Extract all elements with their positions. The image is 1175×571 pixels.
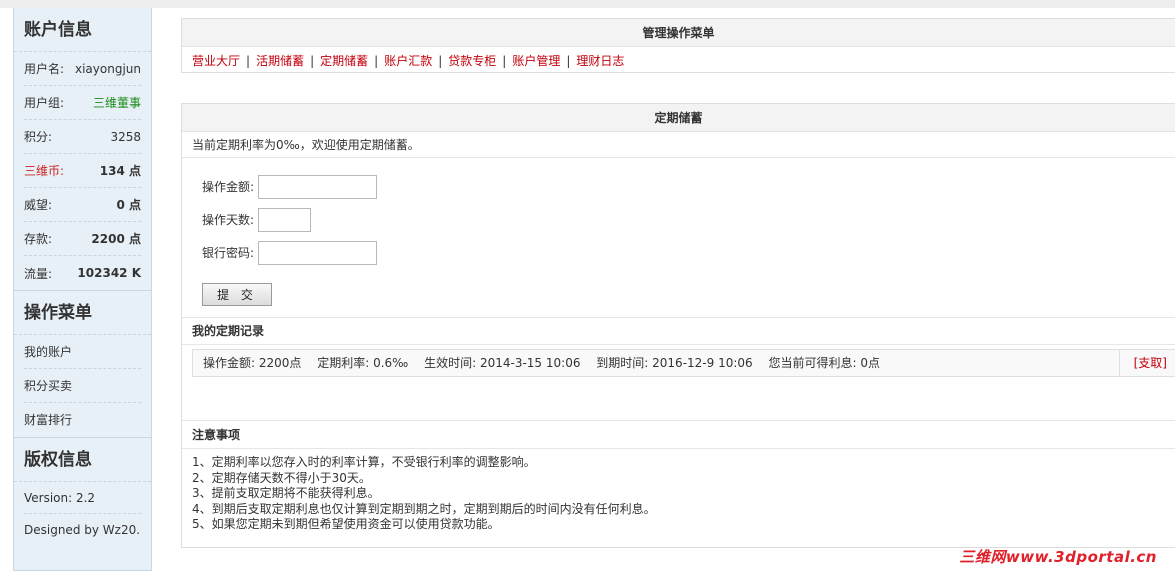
password-row: 银行密码: bbox=[202, 236, 1175, 269]
sidebar-item-points-trade[interactable]: 积分买卖 bbox=[24, 369, 141, 403]
prestige-row: 威望: 0 点 bbox=[24, 188, 141, 222]
menu-link-finance-log[interactable]: 理财日志 bbox=[576, 54, 624, 68]
menu-separator: | bbox=[246, 54, 251, 68]
top-strip bbox=[0, 0, 1175, 8]
note-item: 4、到期后支取定期利息也仅计算到定期到期之时，定期到期后的时间内没有任何利息。 bbox=[192, 501, 656, 516]
amount-label: 操作金额: bbox=[202, 180, 255, 194]
username-label: 用户名: bbox=[24, 62, 65, 76]
menu-separator: | bbox=[566, 54, 571, 68]
deposit-label: 存款: bbox=[24, 232, 53, 246]
sidebar-item-wealth-ranking[interactable]: 财富排行 bbox=[24, 403, 141, 437]
menu-separator: | bbox=[438, 54, 443, 68]
menu-separator: | bbox=[310, 54, 315, 68]
coins-row: 三维币: 134 点 bbox=[24, 154, 141, 188]
username-value: xiayongjun bbox=[75, 61, 141, 76]
menu-separator: | bbox=[502, 54, 507, 68]
record-amount: 操作金额: 2200点 bbox=[203, 356, 302, 370]
fixed-savings-panel: 定期储蓄 当前定期利率为0‰，欢迎使用定期储蓄。 操作金额: 操作天数: 银行密… bbox=[181, 103, 1175, 548]
record-row: 操作金额: 2200点 定期利率: 0.6‰ 生效时间: 2014-3-15 1… bbox=[192, 349, 1175, 377]
deposit-row: 存款: 2200 点 bbox=[24, 222, 141, 256]
menu-separator: | bbox=[374, 54, 379, 68]
notes-title: 注意事项 bbox=[182, 421, 1175, 449]
menu-link-fixed-savings[interactable]: 定期储蓄 bbox=[320, 54, 368, 68]
account-info-title: 账户信息 bbox=[14, 8, 151, 52]
days-label: 操作天数: bbox=[202, 213, 255, 227]
deposit-value: 2200 点 bbox=[91, 232, 141, 246]
fixed-savings-title: 定期储蓄 bbox=[182, 104, 1175, 132]
points-row: 积分: 3258 bbox=[24, 120, 141, 154]
menu-link-account-management[interactable]: 账户管理 bbox=[512, 54, 560, 68]
notes-list: 1、定期利率以您存入时的利率计算，不受银行利率的调整影响。 2、定期存储天数不得… bbox=[182, 449, 1175, 533]
coins-label: 三维币: bbox=[24, 164, 65, 178]
user-group-label: 用户组: bbox=[24, 96, 65, 110]
prestige-label: 威望: bbox=[24, 198, 53, 212]
menu-link-remittance[interactable]: 账户汇款 bbox=[384, 54, 432, 68]
note-item: 1、定期利率以您存入时的利率计算，不受银行利率的调整影响。 bbox=[192, 455, 536, 469]
withdraw-link[interactable]: [支取] bbox=[1134, 356, 1167, 370]
management-menu-links: 营业大厅 | 活期储蓄 | 定期储蓄 | 账户汇款 | 贷款专柜 | 账户管理 | 理财日志 bbox=[182, 47, 1175, 69]
sidebar: 账户信息 用户名: xiayongjun 用户组: 三维董事 积分: 3258 … bbox=[13, 8, 152, 571]
amount-row: 操作金额: bbox=[202, 170, 1175, 203]
version-text: Version: 2.2 bbox=[24, 482, 141, 514]
record-details: 操作金额: 2200点 定期利率: 0.6‰ 生效时间: 2014-3-15 1… bbox=[193, 350, 1119, 376]
amount-input[interactable] bbox=[258, 174, 377, 199]
submit-button[interactable]: 提 交 bbox=[202, 283, 272, 306]
deposit-form: 操作金额: 操作天数: 银行密码: 提 交 bbox=[182, 158, 1175, 318]
days-input[interactable] bbox=[258, 207, 311, 232]
note-item: 5、如果您定期未到期但希望使用资金可以使用贷款功能。 bbox=[192, 517, 500, 531]
note-item: 3、提前支取定期将不能获得利息。 bbox=[192, 486, 380, 500]
record-rate: 定期利率: 0.6‰ bbox=[317, 356, 409, 370]
records-area: 操作金额: 2200点 定期利率: 0.6‰ 生效时间: 2014-3-15 1… bbox=[182, 345, 1175, 421]
password-label: 银行密码: bbox=[202, 246, 255, 260]
record-start-time: 生效时间: 2014-3-15 10:06 bbox=[424, 356, 581, 370]
my-records-title: 我的定期记录 bbox=[182, 318, 1175, 345]
record-interest: 您当前可得利息: 0点 bbox=[768, 356, 880, 370]
prestige-value: 0 点 bbox=[116, 198, 141, 212]
traffic-value: 102342 K bbox=[77, 266, 141, 280]
rate-notice: 当前定期利率为0‰，欢迎使用定期储蓄。 bbox=[182, 132, 1175, 158]
points-label: 积分: bbox=[24, 130, 53, 144]
traffic-row: 流量: 102342 K bbox=[24, 256, 141, 290]
note-item: 2、定期存储天数不得小于30天。 bbox=[192, 470, 371, 485]
record-action-cell: [支取] bbox=[1119, 350, 1175, 376]
sidebar-item-my-account[interactable]: 我的账户 bbox=[24, 335, 141, 369]
menu-link-business-hall[interactable]: 营业大厅 bbox=[192, 54, 240, 68]
user-group-value: 三维董事 bbox=[92, 96, 141, 110]
coins-value: 134 点 bbox=[99, 164, 141, 178]
bank-password-input[interactable] bbox=[258, 240, 377, 265]
menu-link-loans[interactable]: 贷款专柜 bbox=[448, 54, 496, 68]
operation-menu-title: 操作菜单 bbox=[14, 291, 151, 335]
record-end-time: 到期时间: 2016-12-9 10:06 bbox=[596, 356, 753, 370]
days-row: 操作天数: bbox=[202, 203, 1175, 236]
traffic-label: 流量: bbox=[24, 266, 53, 281]
points-value: 3258 bbox=[110, 129, 141, 144]
management-menu-panel: 管理操作菜单 营业大厅 | 活期储蓄 | 定期储蓄 | 账户汇款 | 贷款专柜 | 账户管理 | 理财日… bbox=[181, 18, 1175, 73]
management-menu-title: 管理操作菜单 bbox=[182, 19, 1175, 47]
designed-by-text: Designed by Wz20... bbox=[24, 523, 141, 537]
menu-link-current-savings[interactable]: 活期储蓄 bbox=[256, 54, 304, 68]
user-group-row: 用户组: 三维董事 bbox=[24, 86, 141, 120]
site-watermark: 三维网www.3dportal.cn bbox=[959, 548, 1157, 566]
copyright-title: 版权信息 bbox=[14, 438, 151, 482]
username-row: 用户名: xiayongjun bbox=[24, 52, 141, 86]
